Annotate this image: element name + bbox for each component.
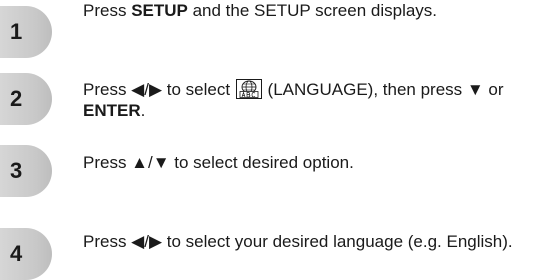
instruction-text: and the SETUP screen displays. — [187, 1, 438, 20]
step-instruction: Press ▲/▼ to select desired option. — [83, 152, 533, 173]
instruction-text: Press — [83, 1, 132, 20]
step-number-badge: 1 — [0, 6, 52, 58]
instruction-text: . — [140, 101, 146, 120]
step-number: 2 — [10, 86, 23, 111]
step-number-badge: 4 — [0, 228, 52, 280]
setup-key-label: SETUP — [131, 1, 188, 20]
step-instruction: Press SETUP and the SETUP screen display… — [83, 0, 533, 21]
step-number: 3 — [10, 158, 23, 183]
step-number-badge: 3 — [0, 145, 52, 197]
step-instruction: Press ◀/▶ to select your desired languag… — [83, 231, 533, 252]
language-globe-icon — [235, 79, 262, 99]
instruction-text: Press ▲/▼ to select desired option. — [83, 153, 354, 172]
step-number-badge: 2 — [0, 73, 52, 125]
instruction-text: Press ◀/▶ to select your desired languag… — [83, 232, 513, 251]
instruction-text: (LANGUAGE), then press ▼ or — [262, 80, 504, 99]
enter-key-label: ENTER — [83, 101, 141, 120]
instruction-text: Press ◀/▶ to select — [83, 80, 235, 99]
step-instruction: Press ◀/▶ to select (LANGUAGE), then pre… — [83, 79, 533, 121]
step-number: 4 — [10, 241, 23, 266]
step-number: 1 — [10, 19, 23, 44]
